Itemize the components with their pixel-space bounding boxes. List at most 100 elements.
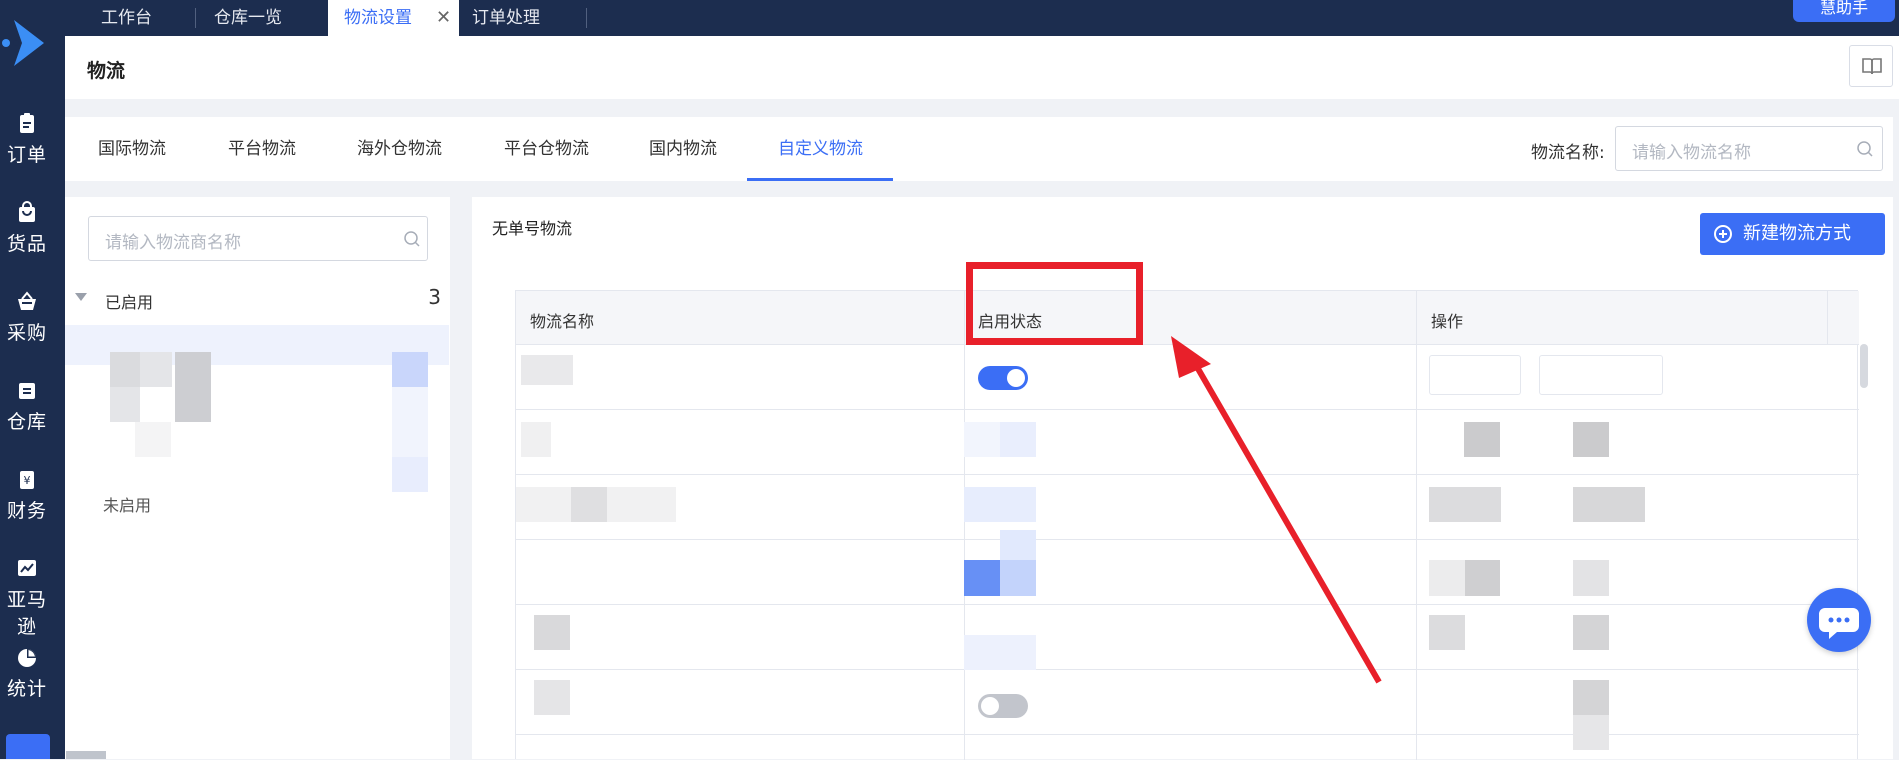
annotation-arrow-icon	[1171, 336, 1382, 684]
nav-label: 货品	[6, 233, 47, 255]
horizontal-scrollbar[interactable]	[66, 751, 106, 759]
pixel-block	[1429, 487, 1501, 522]
subtab-international[interactable]: 国际物流	[98, 117, 166, 181]
pixel-block	[534, 680, 570, 715]
tab-workbench[interactable]: 工作台	[101, 0, 152, 36]
nav-label: 统计	[6, 678, 47, 700]
pie-chart-icon	[18, 649, 36, 667]
pixel-block	[1464, 560, 1500, 596]
nav-label: 采购	[6, 322, 47, 344]
assistant-button[interactable]: 慧助手	[1793, 0, 1895, 22]
search-icon[interactable]	[1856, 140, 1874, 158]
search-placeholder: 请输入物流名称	[1632, 143, 1751, 163]
table-scrollbar[interactable]	[1860, 344, 1868, 388]
pixel-block	[964, 422, 1000, 457]
bag-icon	[19, 201, 35, 222]
pixel-block	[1464, 422, 1500, 457]
clipboard-icon	[20, 113, 34, 133]
collapse-caret-icon[interactable]	[75, 293, 87, 301]
nav-label: 亚马逊	[6, 589, 47, 638]
new-logistics-method-button[interactable]: 新建物流方式	[1700, 213, 1885, 255]
pixel-block	[521, 355, 573, 385]
pixel-block	[571, 487, 607, 522]
close-icon[interactable]: ✕	[436, 0, 451, 36]
subtab-platform-warehouse[interactable]: 平台仓物流	[504, 117, 589, 181]
chat-support-button[interactable]	[1807, 588, 1871, 652]
pixel-block	[1573, 422, 1609, 457]
pixel-block	[964, 635, 1036, 670]
pixel-block	[392, 457, 428, 492]
pixel-block	[1000, 422, 1036, 457]
help-doc-button[interactable]	[1849, 45, 1893, 87]
page-title: 物流	[87, 60, 126, 82]
tab-label: 订单处理	[472, 8, 540, 28]
nav-item-partial[interactable]	[6, 734, 50, 759]
pixel-block	[135, 422, 171, 457]
status-toggle[interactable]	[978, 366, 1028, 390]
nav-label: 仓库	[6, 411, 47, 433]
pixel-block	[964, 560, 1000, 596]
status-toggle[interactable]	[978, 694, 1028, 718]
pixel-block	[1429, 615, 1465, 650]
nav-item-finance[interactable]: ¥ 财务	[0, 468, 54, 548]
nav-item-statistics[interactable]: 统计	[0, 646, 54, 726]
subtab-overseas-warehouse[interactable]: 海外仓物流	[357, 117, 442, 181]
svg-text:¥: ¥	[24, 474, 31, 487]
nav-item-purchase[interactable]: 采购	[0, 290, 54, 370]
tab-order-processing[interactable]: 订单处理	[472, 0, 540, 36]
column-header-actions: 操作	[1431, 312, 1464, 331]
pixel-block	[140, 352, 172, 387]
tab-divider	[195, 8, 196, 28]
carrier-list-panel: 请输入物流商名称 已启用 3 未启用	[65, 197, 450, 759]
pixel-block	[110, 352, 140, 387]
pixel-block	[964, 487, 1036, 522]
top-tab-bar: 工作台 仓库一览 物流设置 ✕ 订单处理 慧助手	[65, 0, 1899, 36]
pixel-block	[1573, 680, 1609, 715]
pixel-block	[1000, 560, 1036, 596]
nav-item-amazon[interactable]: 亚马逊	[0, 557, 54, 638]
sidebar: 订单 货品 采购 仓库 ¥ 财务 亚马逊 统计	[0, 0, 65, 759]
nav-label: 财务	[6, 500, 47, 522]
pixel-block	[1573, 487, 1645, 522]
toggle-knob	[1007, 369, 1025, 387]
logistics-name-search-input[interactable]: 请输入物流名称	[1615, 126, 1883, 171]
enabled-group-header[interactable]: 已启用 3	[75, 285, 441, 313]
logistics-type-tabs: 国际物流 平台物流 海外仓物流 平台仓物流 国内物流 自定义物流 物流名称: 请…	[65, 117, 1893, 181]
nav-item-warehouse[interactable]: 仓库	[0, 379, 54, 459]
yen-icon: ¥	[20, 471, 34, 489]
subtab-domestic[interactable]: 国内物流	[649, 117, 717, 181]
pixel-block	[1000, 530, 1036, 560]
tab-warehouse-overview[interactable]: 仓库一览	[214, 0, 282, 36]
basket-icon	[18, 291, 36, 310]
disabled-group-label[interactable]: 未启用	[103, 492, 151, 516]
pixel-block	[1573, 615, 1609, 650]
tab-label: 工作台	[101, 8, 152, 28]
search-icon[interactable]	[403, 230, 421, 248]
app-logo-icon[interactable]	[0, 16, 54, 70]
column-header-name: 物流名称	[530, 312, 595, 331]
tab-logistics-settings[interactable]: 物流设置 ✕	[328, 0, 459, 36]
annotation-highlight-box	[966, 262, 1143, 345]
subtab-platform[interactable]: 平台物流	[228, 117, 296, 181]
subtab-custom[interactable]: 自定义物流	[778, 117, 863, 181]
nav-label: 订单	[6, 144, 47, 166]
pixel-block	[521, 422, 551, 457]
page-header: 物流	[65, 36, 1899, 99]
carrier-search-input[interactable]: 请输入物流商名称	[88, 216, 428, 261]
section-title: 无单号物流	[492, 219, 573, 238]
tab-label: 物流设置	[344, 8, 412, 28]
tab-label: 仓库一览	[214, 8, 282, 28]
plus-circle-icon	[1714, 225, 1732, 243]
search-placeholder: 请输入物流商名称	[105, 233, 241, 253]
row-action-button[interactable]	[1539, 355, 1663, 395]
tab-divider	[586, 8, 587, 28]
button-label: 新建物流方式	[1743, 223, 1851, 244]
chat-bubble-icon	[1819, 608, 1859, 639]
trend-chart-icon	[18, 560, 36, 576]
warehouse-icon	[19, 383, 35, 399]
filter-label: 物流名称:	[1531, 143, 1605, 163]
row-action-button[interactable]	[1429, 355, 1521, 395]
pixel-block	[1573, 560, 1609, 596]
nav-item-orders[interactable]: 订单	[0, 112, 54, 192]
nav-item-goods[interactable]: 货品	[0, 201, 54, 281]
